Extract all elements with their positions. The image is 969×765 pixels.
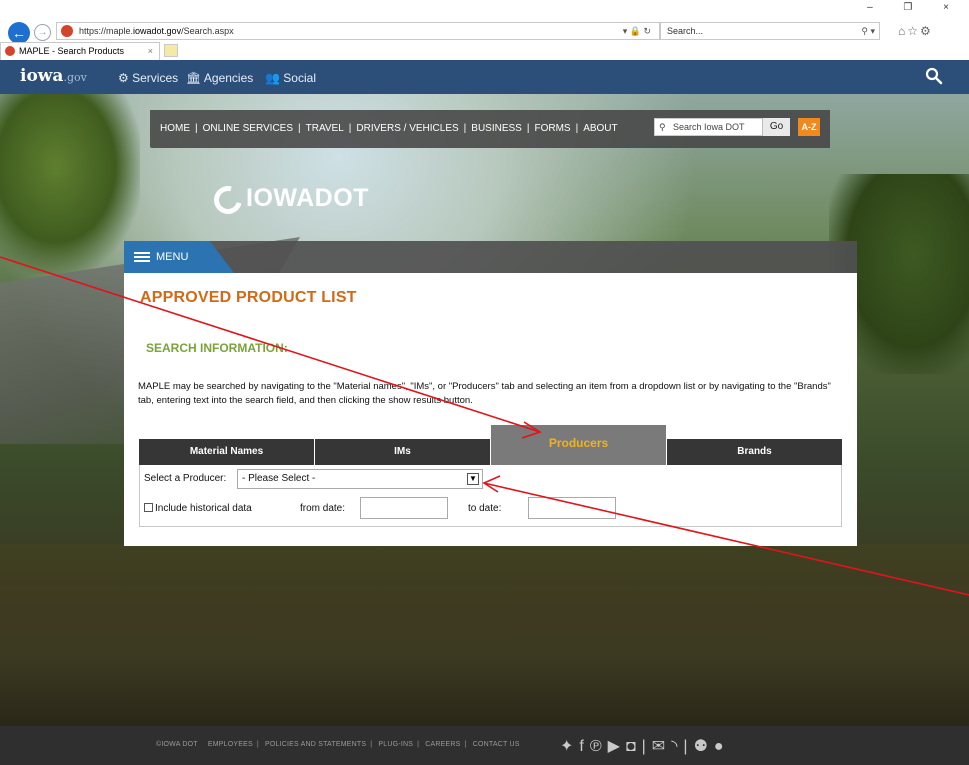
background-trees [0, 94, 140, 274]
from-date-field[interactable] [360, 497, 448, 519]
a-z-button[interactable]: A-Z [798, 118, 820, 136]
nav-travel[interactable]: TRAVEL [306, 123, 344, 134]
producers-tab-body: Select a Producer: - Please Select - ▼ I… [139, 465, 842, 527]
top-nav-links: HOME | ONLINE SERVICES | TRAVEL | DRIVERS / VE… [160, 123, 618, 134]
to-date-field[interactable] [528, 497, 616, 519]
site-footer: ©IOWA DOT EMPLOYEES | POLICIES AND STATEM… [0, 726, 969, 765]
footer-copyright: ©IOWA DOT [156, 741, 198, 748]
content-panel: APPROVED PRODUCT LIST SEARCH INFORMATION… [124, 273, 857, 546]
tab-material-names[interactable]: Material Names [139, 439, 314, 465]
apple-icon[interactable]: ● [714, 738, 730, 755]
hamburger-icon [134, 252, 150, 254]
historical-checkbox[interactable] [144, 503, 153, 512]
nav-forms[interactable]: FORMS [534, 123, 570, 134]
youtube-icon[interactable]: ▶ [608, 738, 626, 755]
services-link[interactable]: ⚙ Services [118, 71, 178, 85]
social-link[interactable]: 👥 Social [265, 71, 316, 85]
search-icon[interactable] [925, 67, 943, 85]
address-bar[interactable]: https://maple.iowadot.gov/Search.aspx ▾ … [56, 22, 660, 40]
search-icon: ⚲ [659, 122, 666, 132]
email-icon[interactable]: ✉ [652, 738, 671, 755]
historical-data-option[interactable]: Include historical data [144, 503, 252, 514]
nav-drivers-vehicles[interactable]: DRIVERS / VEHICLES [356, 123, 458, 134]
new-tab-button[interactable] [164, 44, 178, 57]
background-grass [0, 544, 969, 726]
menu-button[interactable]: MENU [124, 241, 234, 273]
agencies-link[interactable]: 🏛 Agencies [186, 71, 253, 85]
tab-ims[interactable]: IMs [315, 439, 490, 465]
twitter-icon[interactable]: ✦ [560, 738, 579, 755]
home-star-gear-icons[interactable]: ⌂☆⚙ [898, 24, 933, 38]
browser-tab-strip: MAPLE - Search Products × [0, 42, 969, 60]
section-title: SEARCH INFORMATION: [146, 341, 288, 355]
address-url: https://maple.iowadot.gov/Search.aspx [79, 26, 234, 36]
nav-home[interactable]: HOME [160, 123, 190, 134]
social-icons: ✦f℗▶◘|✉◝|⚉● [560, 738, 730, 755]
producer-dropdown[interactable]: - Please Select - ▼ [237, 469, 483, 489]
site-favicon-icon [61, 25, 73, 37]
browser-tab[interactable]: MAPLE - Search Products × [0, 42, 160, 60]
gears-icon: ⚙ [118, 71, 129, 85]
footer-policies[interactable]: POLICIES AND STATEMENTS [265, 741, 366, 748]
nav-online-services[interactable]: ONLINE SERVICES [203, 123, 293, 134]
menu-bar: MENU [124, 241, 857, 273]
search-description: MAPLE may be searched by navigating to t… [138, 381, 831, 406]
search-tabs: Material Names IMs Producers Brands [139, 425, 842, 465]
producer-label: Select a Producer: [144, 473, 227, 484]
page-title: APPROVED PRODUCT LIST [140, 289, 357, 306]
tab-favicon-icon [5, 46, 15, 56]
footer-employees[interactable]: EMPLOYEES [208, 741, 253, 748]
chevron-down-icon[interactable]: ▼ [467, 473, 479, 485]
android-icon[interactable]: ⚉ [694, 738, 714, 755]
tab-producers[interactable]: Producers [491, 425, 666, 465]
footer-careers[interactable]: CAREERS [425, 741, 460, 748]
footer-contact[interactable]: CONTACT US [473, 741, 520, 748]
go-button[interactable]: Go [762, 118, 790, 136]
forward-arrow-icon[interactable]: → [34, 24, 51, 41]
search-icon[interactable]: ⚲ ▾ [861, 23, 875, 39]
nav-business[interactable]: BUSINESS [471, 123, 522, 134]
building-icon: 🏛 [186, 71, 202, 85]
close-tab-icon[interactable]: × [148, 43, 153, 59]
tab-brands[interactable]: Brands [667, 439, 842, 465]
browser-toolbar: – ❐ × ← → https://maple.iowadot.gov/Sear… [0, 0, 969, 44]
rss-icon[interactable]: ◝ [671, 738, 683, 755]
nav-about[interactable]: ABOUT [583, 123, 617, 134]
back-arrow-icon[interactable]: ← [8, 22, 30, 44]
iowa-gov-logo[interactable]: iowa.gov [20, 66, 87, 86]
facebook-icon[interactable]: f [579, 738, 589, 755]
footer-links: ©IOWA DOT EMPLOYEES | POLICIES AND STATEM… [156, 741, 520, 748]
window-controls[interactable]: – ❐ × [867, 2, 963, 13]
pinterest-icon[interactable]: ℗ [590, 738, 608, 755]
people-icon: 👥 [265, 71, 280, 85]
iowa-gov-bar: iowa.gov ⚙ Services 🏛 Agencies 👥 Social [0, 60, 969, 94]
to-date-label: to date: [468, 503, 502, 514]
footer-plugins[interactable]: PLUG-INS [378, 741, 413, 748]
lock-refresh-icon[interactable]: ▾ 🔒 ↻ [623, 23, 651, 39]
instagram-icon[interactable]: ◘ [626, 738, 642, 755]
from-date-label: from date: [300, 503, 346, 514]
browser-search-input[interactable]: Search... ⚲ ▾ [660, 22, 880, 40]
